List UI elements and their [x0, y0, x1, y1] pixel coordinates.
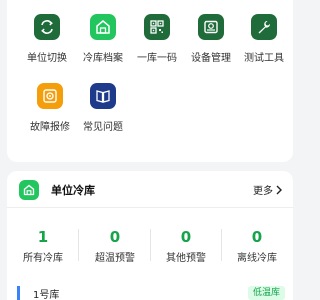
stat-offline-storages[interactable]: 0 离线冷库	[221, 228, 293, 264]
list-item-name: 1号库	[33, 290, 60, 300]
cold-storage-card: 单位冷库 更多 1 所有冷库 0 超温预警 0 其他预警 0 离线冷库 1号库 …	[7, 171, 293, 300]
qr-code-label: 一库一码	[137, 53, 177, 64]
section-title: 单位冷库	[51, 184, 95, 197]
faq-button[interactable]: 常见问题	[73, 83, 133, 133]
chevron-right-icon	[276, 185, 282, 194]
cold-storage-archive-icon	[90, 14, 116, 40]
stat-label: 超温预警	[95, 253, 135, 264]
stat-value: 0	[180, 228, 192, 246]
cold-storage-section-icon	[19, 180, 39, 200]
switch-unit-icon	[34, 14, 60, 40]
stat-label: 其他预警	[166, 253, 206, 264]
book-icon	[90, 83, 116, 109]
stat-value: 0	[109, 228, 121, 246]
more-link[interactable]: 更多	[253, 182, 283, 197]
device-management-button[interactable]: 设备管理	[181, 14, 241, 64]
list-item-accent-bar	[17, 286, 20, 300]
stat-label: 所有冷库	[23, 253, 63, 264]
stat-all-storages[interactable]: 1 所有冷库	[7, 228, 79, 264]
test-tools-label: 测试工具	[244, 53, 284, 64]
status-badge: 低温库	[247, 286, 285, 300]
divider	[7, 207, 293, 208]
repair-icon	[37, 83, 63, 109]
stat-over-temp-warning[interactable]: 0 超温预警	[79, 228, 151, 264]
faq-label: 常见问题	[83, 122, 123, 133]
more-label: 更多	[253, 186, 273, 197]
device-management-label: 设备管理	[191, 53, 231, 64]
quick-actions-card: 单位切换 冷库档案 一库一码 设备管理 测试工具 故障报修 常见问题	[7, 0, 293, 162]
wrench-icon	[251, 14, 277, 40]
list-item[interactable]: 1号库 低温库	[7, 281, 293, 300]
stat-other-warning[interactable]: 0 其他预警	[150, 228, 222, 264]
stat-label: 离线冷库	[237, 253, 277, 264]
repair-report-label: 故障报修	[30, 122, 70, 133]
device-management-icon	[198, 14, 224, 40]
test-tools-button[interactable]: 测试工具	[234, 14, 294, 64]
switch-unit-button[interactable]: 单位切换	[17, 14, 77, 64]
stat-value: 1	[37, 228, 49, 246]
stat-value: 0	[251, 228, 263, 246]
repair-report-button[interactable]: 故障报修	[20, 83, 80, 133]
cold-storage-archive-button[interactable]: 冷库档案	[73, 14, 133, 64]
qr-code-icon	[144, 14, 170, 40]
qr-code-button[interactable]: 一库一码	[127, 14, 187, 64]
cold-storage-archive-label: 冷库档案	[83, 53, 123, 64]
switch-unit-label: 单位切换	[27, 53, 67, 64]
